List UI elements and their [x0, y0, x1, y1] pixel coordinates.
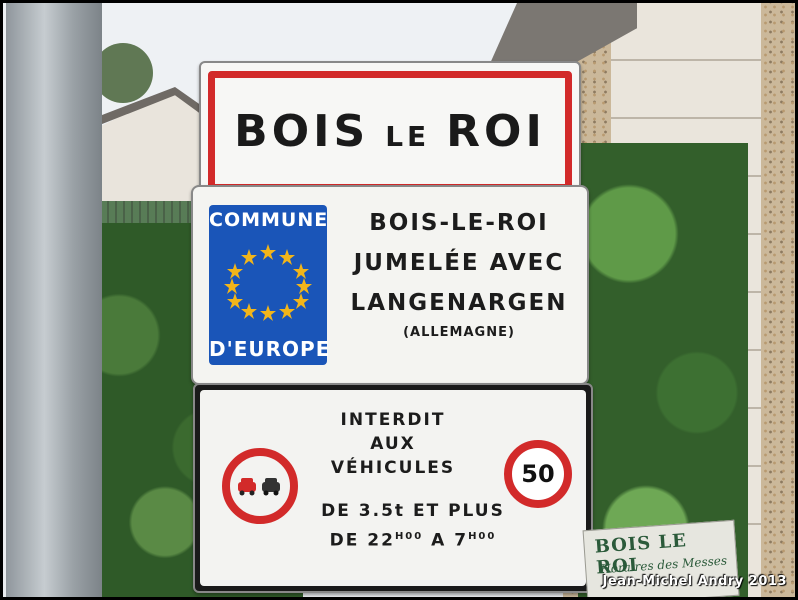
twinning-line-1: BOIS-LE-ROI: [369, 210, 549, 236]
restriction-text-bottom: DE 3.5t ET PLUS DE 22H00 A 7H00: [300, 498, 526, 554]
restriction-time-end-sup: H00: [468, 531, 497, 542]
twinning-sign: COMMUNE D'EUROPE BOIS-LE-ROI JUMELÉE AVE…: [191, 185, 589, 385]
restriction-time-start-sup: H00: [394, 531, 424, 542]
town-name: BOIS LE ROI: [234, 106, 546, 157]
restriction-sign-panel: INTERDIT AUX VÉHICULES DE 3.5t ET PLUS D…: [200, 390, 586, 586]
twinning-text: BOIS-LE-ROI JUMELÉE AVEC LANGENARGEN (AL…: [339, 203, 579, 340]
restriction-line-5: DE 22H00 A 7H00: [300, 524, 526, 554]
twinning-line-2: JUMELÉE AVEC: [353, 250, 565, 276]
town-name-border: BOIS LE ROI: [208, 71, 572, 191]
town-word-le: LE: [385, 119, 431, 153]
town-name-sign: BOIS LE ROI: [199, 61, 581, 201]
restriction-line-3: VÉHICULES: [330, 458, 456, 478]
twinning-line-3: LANGENARGEN: [350, 290, 568, 316]
eu-badge-top: COMMUNE: [209, 209, 329, 231]
tree: [93, 43, 153, 103]
speed-limit-icon: 50: [504, 440, 572, 508]
town-word-bois: BOIS: [234, 105, 370, 157]
twinning-line-4: (ALLEMAGNE): [403, 325, 515, 340]
cars-icon: [238, 478, 280, 496]
speed-limit-value: 50: [521, 460, 555, 488]
lamp-pole: [6, 3, 102, 597]
photo-frame: BOIS LE ROI COMMUNE D'EUROPE BOIS-LE-ROI…: [3, 3, 795, 597]
restriction-line-1: INTERDIT: [340, 410, 446, 430]
eu-badge-bottom: D'EUROPE: [209, 337, 331, 361]
eu-badge: COMMUNE D'EUROPE: [209, 205, 331, 365]
restriction-weight: DE 3.5t: [321, 501, 406, 521]
restriction-time-start: DE 22: [329, 530, 395, 551]
town-word-roi: ROI: [446, 105, 546, 157]
restriction-text-top: INTERDIT AUX VÉHICULES: [300, 408, 486, 480]
restriction-weight-suffix: ET PLUS: [412, 501, 505, 521]
restriction-line-2: AUX: [370, 434, 416, 454]
photo-credit: Jean-Michel Andry 2013: [602, 574, 787, 589]
no-overtaking-icon: [222, 448, 298, 524]
restriction-line-4: DE 3.5t ET PLUS: [300, 498, 526, 524]
restriction-time-end: A 7: [431, 530, 469, 551]
eu-stars-icon: [224, 244, 312, 321]
restriction-sign: INTERDIT AUX VÉHICULES DE 3.5t ET PLUS D…: [193, 383, 593, 593]
